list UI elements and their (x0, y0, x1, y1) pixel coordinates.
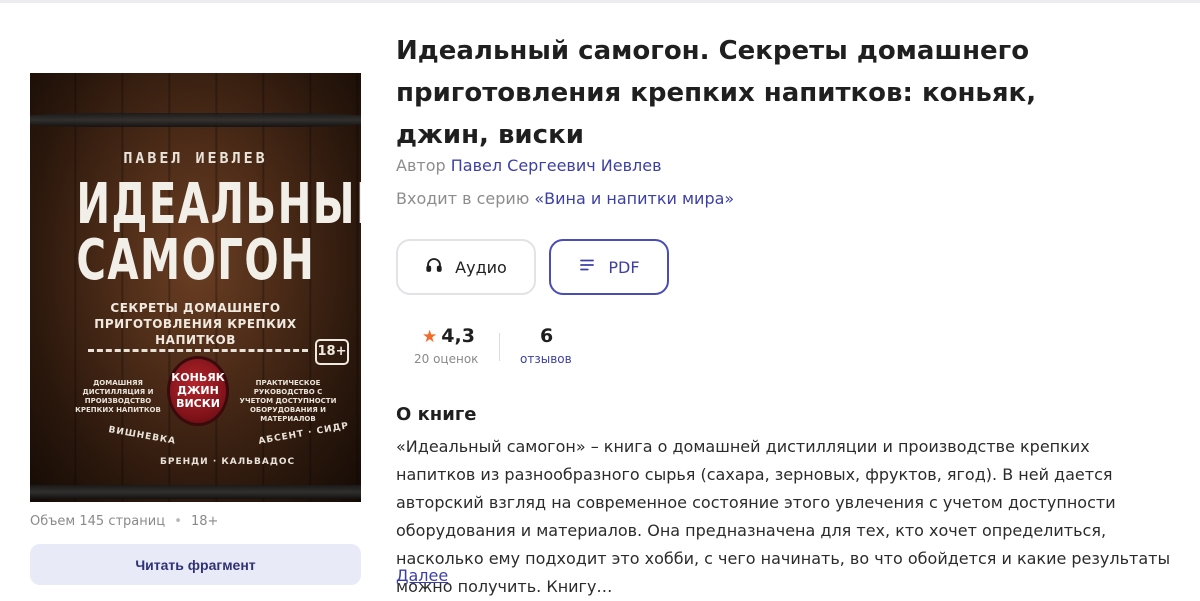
cover-barrel-hoop (30, 113, 361, 127)
cover-seal-line: ВИСКИ (176, 397, 220, 410)
rating-block: ★ 4,3 20 оценок 6 отзывов (412, 325, 612, 369)
author-label: Автор (396, 156, 446, 175)
cover-title-line: ИДЕАЛЬНЫЙ (76, 172, 361, 237)
read-fragment-button[interactable]: Читать фрагмент (30, 544, 361, 585)
star-icon: ★ (422, 327, 438, 347)
cover-subtitle: СЕКРЕТЫ ДОМАШНЕГО ПРИГОТОВЛЕНИЯ КРЕПКИХ … (94, 301, 297, 347)
format-audio-button[interactable]: Аудио (396, 239, 536, 295)
about-heading: О книге (396, 404, 477, 425)
cover-title: ИДЕАЛЬНЫЙ САМОГОН (76, 172, 361, 293)
cover-seal-line: ДЖИН (177, 384, 219, 397)
format-pdf-label: PDF (608, 257, 640, 277)
rating-value: 4,3 (441, 325, 475, 347)
reviews-link[interactable]: отзывов (520, 352, 572, 366)
about-text: «Идеальный самогон» – книга о домашней д… (396, 437, 1171, 596)
format-audio-label: Аудио (455, 257, 507, 277)
book-title: Идеальный самогон. Секреты домашнего при… (396, 36, 1037, 150)
cover-seal-line: КОНЬЯК (171, 371, 225, 384)
cover-age-badge: 18+ (315, 339, 349, 365)
headphones-icon (425, 256, 443, 278)
pages-count: Объем 145 страниц (30, 514, 166, 529)
separator-dot: • (174, 514, 182, 529)
read-more-link[interactable]: Далее (396, 566, 448, 585)
top-divider (0, 0, 1200, 3)
format-pdf-button[interactable]: PDF (549, 239, 669, 295)
series-link[interactable]: «Вина и напитки мира» (534, 189, 734, 208)
cover-seal-text: КОНЬЯК ДЖИН ВИСКИ (160, 371, 236, 410)
series-label: Входит в серию (396, 189, 530, 208)
author-link[interactable]: Павел Сергеевич Иевлев (451, 156, 662, 175)
stats-divider (499, 333, 500, 361)
cover-barrel-hoop (30, 485, 361, 499)
reviews-count: 6 (540, 325, 554, 347)
series-row: Входит в серию «Вина и напитки мира» (396, 189, 734, 208)
cover-left-caption: ДОМАШНЯЯ ДИСТИЛЛЯЦИЯ И ПРОИЗВОДСТВО КРЕП… (75, 379, 161, 414)
cover-author: ПАВЕЛ ИЕВЛЕВ (123, 149, 268, 167)
author-row: Автор Павел Сергеевич Иевлев (396, 156, 662, 175)
age-rating: 18+ (191, 514, 219, 529)
cover-divider (88, 349, 308, 352)
document-lines-icon (578, 256, 596, 278)
book-meta: Объем 145 страниц • 18+ (30, 514, 218, 529)
cover-title-line: САМОГОН (76, 228, 316, 293)
rating-count: 20 оценок (414, 352, 479, 366)
cover-right-caption: ПРАКТИЧЕСКОЕ РУКОВОДСТВО С УЧЕТОМ ДОСТУП… (239, 379, 337, 423)
book-cover[interactable]: ПАВЕЛ ИЕВЛЕВ ИДЕАЛЬНЫЙ САМОГОН СЕКРЕТЫ Д… (30, 73, 361, 502)
rating-value-wrap: ★ 4,3 (422, 325, 475, 347)
cover-arc-text: БРЕНДИ · КАЛЬВАДОС (160, 457, 296, 467)
